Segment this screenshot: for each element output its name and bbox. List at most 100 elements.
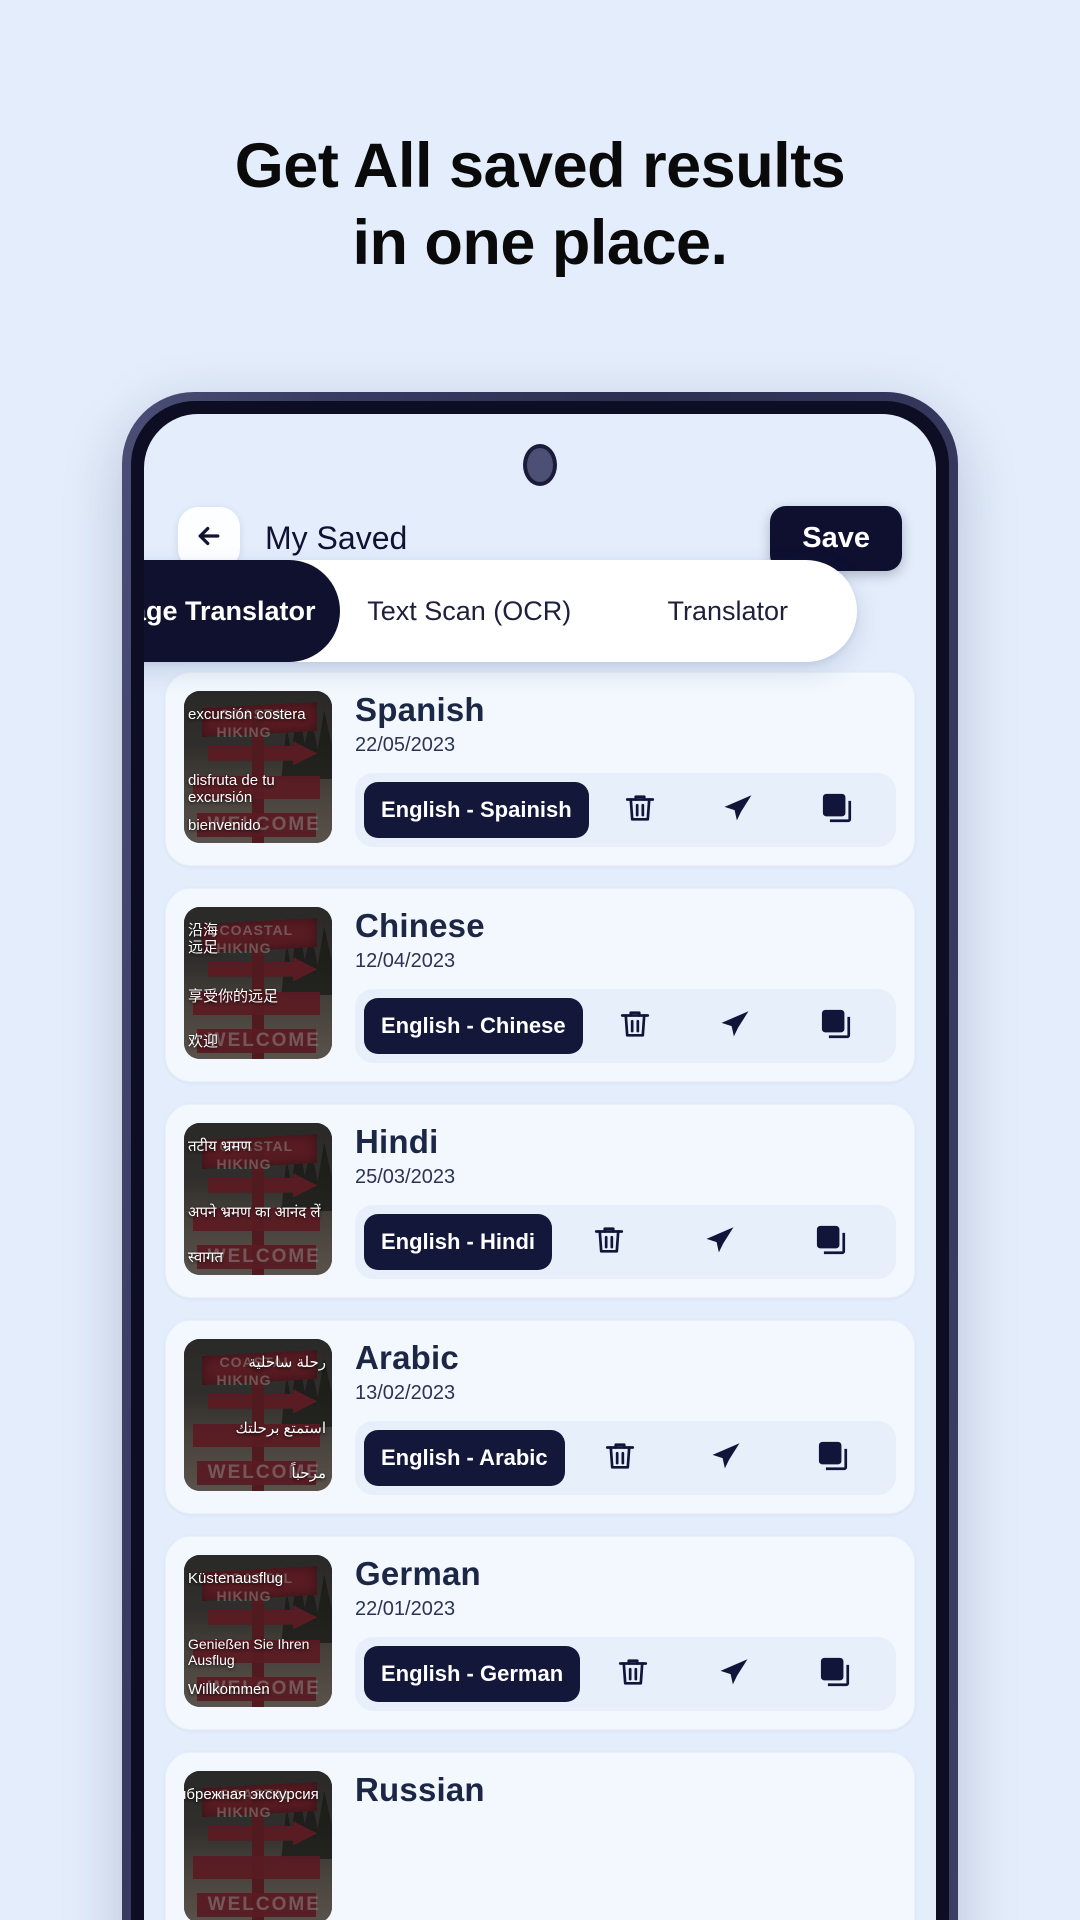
- saved-date: 13/02/2023: [355, 1382, 456, 1404]
- overlay-text-top: ибрежная экскурсия: [184, 1786, 319, 1803]
- overlay-text-bottom: bienvenido: [188, 817, 261, 835]
- share-button[interactable]: [667, 1218, 774, 1266]
- row-content: Arabic 13/02/2023 English - Arabic: [332, 1339, 896, 1495]
- delete-button[interactable]: [584, 1650, 681, 1698]
- tab-translator[interactable]: Translator: [599, 560, 858, 662]
- row-actions: English - Spainish: [355, 773, 896, 847]
- table-row[interactable]: COASTAL HIKING WELCOME 沿海 远足 享受你的远足 欢迎 C…: [165, 888, 915, 1082]
- language-name: German: [355, 1555, 481, 1592]
- thumbnail-image: COASTAL HIKING WELCOME 沿海 远足 享受你的远足 欢迎: [184, 907, 332, 1059]
- language-pair-badge[interactable]: English - Chinese: [364, 998, 583, 1054]
- share-button[interactable]: [685, 1650, 782, 1698]
- send-icon: [717, 1655, 751, 1694]
- language-name: Chinese: [355, 907, 485, 944]
- arrow-left-icon: [194, 521, 224, 556]
- overlay-text-middle: استمتع برحلتك: [235, 1420, 326, 1437]
- thumbnail-image: COASTAL HIKING WELCOME رحلة ساحلية استمت…: [184, 1339, 332, 1491]
- send-icon: [709, 1439, 743, 1478]
- saved-items-list[interactable]: COASTAL HIKING WELCOME excursión costera…: [144, 650, 936, 1920]
- send-icon: [703, 1223, 737, 1262]
- trash-icon: [616, 1655, 650, 1694]
- trash-icon: [592, 1223, 626, 1262]
- saved-date: 22/05/2023: [355, 734, 456, 756]
- copy-icon: [819, 1007, 853, 1046]
- copy-button[interactable]: [777, 1218, 884, 1266]
- delete-button[interactable]: [569, 1434, 671, 1482]
- language-pair-badge[interactable]: English - Hindi: [364, 1214, 552, 1270]
- thumbnail-image: COASTAL HIKING WELCOME excursión costera…: [184, 691, 332, 843]
- share-button[interactable]: [687, 1002, 783, 1050]
- trash-icon: [618, 1007, 652, 1046]
- overlay-text-top: तटीय भ्रमण: [188, 1138, 252, 1155]
- overlay-text-bottom: Willkommen: [188, 1681, 270, 1699]
- overlay-text-top: رحلة ساحلية: [248, 1354, 326, 1371]
- row-actions: English - Arabic: [355, 1421, 896, 1495]
- phone-bezel: My Saved Save Image Translator Text Scan…: [131, 401, 949, 1920]
- table-row[interactable]: COASTAL HIKING WELCOME तटीय भ्रमण अपने भ…: [165, 1104, 915, 1298]
- language-pair-badge[interactable]: English - Arabic: [364, 1430, 565, 1486]
- delete-button[interactable]: [587, 1002, 683, 1050]
- page-title: My Saved: [265, 519, 408, 556]
- saved-date: 25/03/2023: [355, 1166, 456, 1188]
- language-name: Arabic: [355, 1339, 459, 1376]
- delete-button[interactable]: [556, 1218, 663, 1266]
- overlay-text-top: excursión costera: [188, 706, 306, 723]
- phone-mockup: My Saved Save Image Translator Text Scan…: [122, 392, 958, 1920]
- overlay-text-middle: 享受你的远足: [188, 988, 279, 1005]
- camera-punch-hole-icon: [523, 444, 557, 486]
- tab-image-translator[interactable]: Image Translator: [144, 560, 340, 662]
- row-actions: English - Chinese: [355, 989, 896, 1063]
- row-content: Chinese 12/04/2023 English - Chinese: [332, 907, 896, 1063]
- copy-button[interactable]: [787, 1650, 884, 1698]
- share-button[interactable]: [691, 786, 785, 834]
- table-row[interactable]: COASTAL HIKING WELCOME رحلة ساحلية استمت…: [165, 1320, 915, 1514]
- saved-date: 22/01/2023: [355, 1598, 456, 1620]
- overlay-text-middle: Genießen Sie Ihren Ausflug: [188, 1636, 310, 1668]
- overlay-text-middle: disfruta de tu excursión: [188, 772, 275, 806]
- overlay-text-bottom: 欢迎: [188, 1033, 219, 1051]
- copy-icon: [816, 1439, 850, 1478]
- trash-icon: [623, 791, 657, 830]
- row-content: Hindi 25/03/2023 English - Hindi: [332, 1123, 896, 1279]
- language-name: Russian: [355, 1771, 485, 1808]
- overlay-text-bottom: مرحباً: [291, 1465, 326, 1483]
- copy-button[interactable]: [788, 1002, 884, 1050]
- headline-line-1: Get All saved results: [234, 131, 846, 201]
- language-pair-badge[interactable]: English - Spainish: [364, 782, 589, 838]
- row-actions: English - Hindi: [355, 1205, 896, 1279]
- language-pair-badge[interactable]: English - German: [364, 1646, 581, 1702]
- language-name: Spanish: [355, 691, 485, 728]
- thumbnail-image: COASTAL HIKING WELCOME ибрежная экскурси…: [184, 1771, 332, 1920]
- headline-line-2: in one place.: [352, 208, 728, 279]
- promo-headline: Get All saved results in one place.: [0, 128, 1080, 283]
- trash-icon: [603, 1439, 637, 1478]
- copy-icon: [820, 791, 854, 830]
- overlay-text-middle: अपने भ्रमण का आनंद लें: [188, 1204, 321, 1221]
- delete-button[interactable]: [593, 786, 687, 834]
- overlay-text-bottom: स्वागत: [188, 1249, 224, 1267]
- tab-text-scan-ocr[interactable]: Text Scan (OCR): [340, 560, 599, 662]
- row-content: German 22/01/2023 English - German: [332, 1555, 896, 1711]
- copy-button[interactable]: [782, 1434, 884, 1482]
- thumbnail-image: COASTAL HIKING WELCOME तटीय भ्रमण अपने भ…: [184, 1123, 332, 1275]
- row-content: Spanish 22/05/2023 English - Spainish: [332, 691, 896, 847]
- copy-button[interactable]: [790, 786, 884, 834]
- table-row[interactable]: COASTAL HIKING WELCOME excursión costera…: [165, 672, 915, 866]
- overlay-text-top: 沿海 远足: [188, 922, 219, 956]
- language-name: Hindi: [355, 1123, 439, 1160]
- send-icon: [721, 791, 755, 830]
- thumbnail-image: COASTAL HIKING WELCOME Küstenausflug Gen…: [184, 1555, 332, 1707]
- tab-bar: Image Translator Text Scan (OCR) Transla…: [144, 560, 857, 662]
- copy-icon: [818, 1655, 852, 1694]
- saved-date: 12/04/2023: [355, 950, 456, 972]
- share-button[interactable]: [675, 1434, 777, 1482]
- overlay-text-top: Küstenausflug: [188, 1570, 284, 1587]
- send-icon: [718, 1007, 752, 1046]
- copy-icon: [814, 1223, 848, 1262]
- phone-screen: My Saved Save Image Translator Text Scan…: [144, 414, 936, 1920]
- row-actions: English - German: [355, 1637, 896, 1711]
- table-row[interactable]: COASTAL HIKING WELCOME Küstenausflug Gen…: [165, 1536, 915, 1730]
- table-row[interactable]: COASTAL HIKING WELCOME ибрежная экскурси…: [165, 1752, 915, 1920]
- promo-screenshot: Get All saved results in one place. My S: [0, 0, 1080, 1920]
- row-content: Russian: [332, 1771, 896, 1809]
